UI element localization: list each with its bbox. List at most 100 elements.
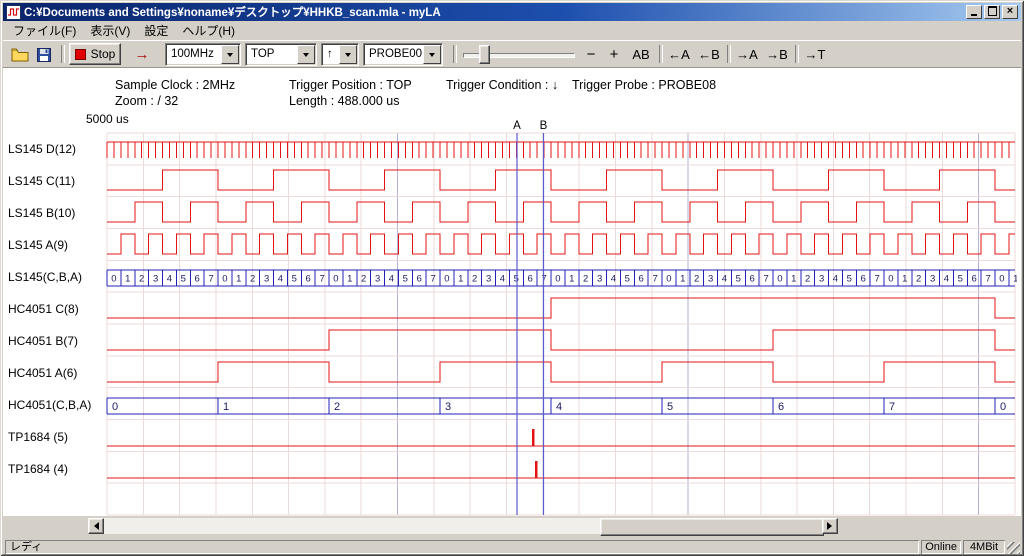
svg-text:3: 3 xyxy=(597,274,602,285)
svg-text:0: 0 xyxy=(999,274,1004,285)
goto-a-right-button[interactable]: →A xyxy=(733,43,761,65)
maximize-button[interactable] xyxy=(984,5,1000,19)
titlebar[interactable]: C:¥Documents and Settings¥noname¥デスクトップ¥… xyxy=(3,3,1021,21)
zoom-slider[interactable] xyxy=(463,45,575,63)
minimize-icon xyxy=(971,14,977,16)
svg-text:0: 0 xyxy=(111,274,116,285)
svg-text:4: 4 xyxy=(500,274,505,285)
svg-text:1: 1 xyxy=(902,274,907,285)
zoom-out-button[interactable]: − xyxy=(581,43,601,65)
save-button[interactable] xyxy=(32,43,55,65)
probe-select[interactable]: PROBE00 xyxy=(363,43,443,66)
svg-text:0: 0 xyxy=(666,274,671,285)
svg-text:1: 1 xyxy=(569,274,574,285)
open-button[interactable] xyxy=(8,43,31,65)
status-memory: 4MBit xyxy=(963,540,1005,554)
channel-trace xyxy=(107,298,1015,318)
svg-text:1: 1 xyxy=(458,274,463,285)
menu-item-view[interactable]: 表示(V) xyxy=(83,20,137,41)
info-zoom: Zoom : / 32 xyxy=(115,94,178,108)
menu-item-help[interactable]: ヘルプ(H) xyxy=(175,20,242,41)
toolbar-separator xyxy=(795,45,799,63)
toolbar-separator xyxy=(453,45,457,63)
clock-select[interactable]: 100MHz xyxy=(165,43,241,66)
svg-text:2: 2 xyxy=(694,274,699,285)
resize-grip[interactable] xyxy=(1007,542,1020,555)
svg-text:3: 3 xyxy=(819,274,824,285)
scroll-strip xyxy=(3,516,1021,537)
svg-text:5: 5 xyxy=(403,274,408,285)
minimize-button[interactable] xyxy=(966,5,982,19)
svg-text:4: 4 xyxy=(944,274,949,285)
bus-trace: 012345670 xyxy=(107,398,1015,414)
svg-text:2: 2 xyxy=(250,274,255,285)
svg-text:2: 2 xyxy=(472,274,477,285)
svg-text:3: 3 xyxy=(153,274,158,285)
trigger-position-value: TOP xyxy=(251,48,274,60)
svg-text:1: 1 xyxy=(236,274,241,285)
window-controls: × xyxy=(966,5,1018,19)
goto-trigger-button[interactable]: →T xyxy=(801,43,829,65)
zoom-in-button[interactable]: + xyxy=(604,43,624,65)
info-trigger-position: Trigger Position : TOP xyxy=(289,78,412,92)
status-message: レディ xyxy=(5,540,919,554)
svg-text:7: 7 xyxy=(874,274,879,285)
svg-text:6: 6 xyxy=(778,401,784,413)
dropdown-arrow-icon[interactable] xyxy=(221,45,239,64)
dropdown-arrow-icon[interactable] xyxy=(339,45,357,64)
open-folder-icon xyxy=(11,47,29,62)
channel-trace xyxy=(107,142,1015,158)
svg-text:5: 5 xyxy=(292,274,297,285)
goto-b-left-button[interactable]: ←B xyxy=(695,43,723,65)
svg-text:4: 4 xyxy=(556,401,562,413)
channel-label: TP1684 (5) xyxy=(8,430,68,444)
close-button[interactable]: × xyxy=(1002,5,1018,19)
trigger-edge-select[interactable]: ↑ xyxy=(321,43,359,66)
svg-text:7: 7 xyxy=(208,274,213,285)
menu-item-settings[interactable]: 設定 xyxy=(137,20,175,41)
svg-text:2: 2 xyxy=(805,274,810,285)
svg-text:2: 2 xyxy=(139,274,144,285)
slider-thumb[interactable] xyxy=(479,45,490,64)
svg-text:1: 1 xyxy=(125,274,130,285)
scroll-left-button[interactable] xyxy=(88,518,104,534)
probe-select-value: PROBE00 xyxy=(369,48,422,60)
toolbar-separator xyxy=(659,45,663,63)
stop-button[interactable]: Stop xyxy=(69,43,121,65)
dropdown-arrow-icon[interactable] xyxy=(423,45,441,64)
menu-item-file[interactable]: ファイル(F) xyxy=(6,20,83,41)
right-arrow-icon xyxy=(827,522,836,530)
ab-cursor-button[interactable]: AB xyxy=(628,43,654,65)
goto-b-right-button[interactable]: →B xyxy=(763,43,791,65)
svg-text:6: 6 xyxy=(972,274,977,285)
svg-text:2: 2 xyxy=(361,274,366,285)
status-online: Online xyxy=(921,540,961,554)
svg-text:6: 6 xyxy=(639,274,644,285)
run-button[interactable]: → xyxy=(129,43,155,65)
scroll-right-button[interactable] xyxy=(822,518,838,534)
horizontal-scrollbar[interactable] xyxy=(88,518,838,534)
svg-text:6: 6 xyxy=(306,274,311,285)
statusbar: レディ Online 4MBit xyxy=(3,537,1021,556)
channel-trace xyxy=(107,429,1015,446)
svg-text:6: 6 xyxy=(528,274,533,285)
channel-label: LS145 B(10) xyxy=(8,206,75,220)
svg-text:0: 0 xyxy=(222,274,227,285)
svg-text:6: 6 xyxy=(861,274,866,285)
dropdown-arrow-icon[interactable] xyxy=(297,45,315,64)
info-sample-clock: Sample Clock : 2MHz xyxy=(115,78,235,92)
svg-text:5: 5 xyxy=(958,274,963,285)
svg-text:7: 7 xyxy=(430,274,435,285)
svg-text:0: 0 xyxy=(777,274,782,285)
channel-label: LS145 A(9) xyxy=(8,238,68,252)
goto-a-left-button[interactable]: ←A xyxy=(665,43,693,65)
scrollbar-thumb[interactable] xyxy=(600,518,824,536)
trigger-position-select[interactable]: TOP xyxy=(245,43,317,66)
scrollbar-track[interactable] xyxy=(104,518,822,534)
svg-text:3: 3 xyxy=(930,274,935,285)
svg-text:4: 4 xyxy=(611,274,616,285)
toolbar-separator xyxy=(61,45,65,63)
clock-select-value: 100MHz xyxy=(171,48,214,60)
svg-text:1: 1 xyxy=(791,274,796,285)
left-arrow-icon xyxy=(90,522,99,530)
